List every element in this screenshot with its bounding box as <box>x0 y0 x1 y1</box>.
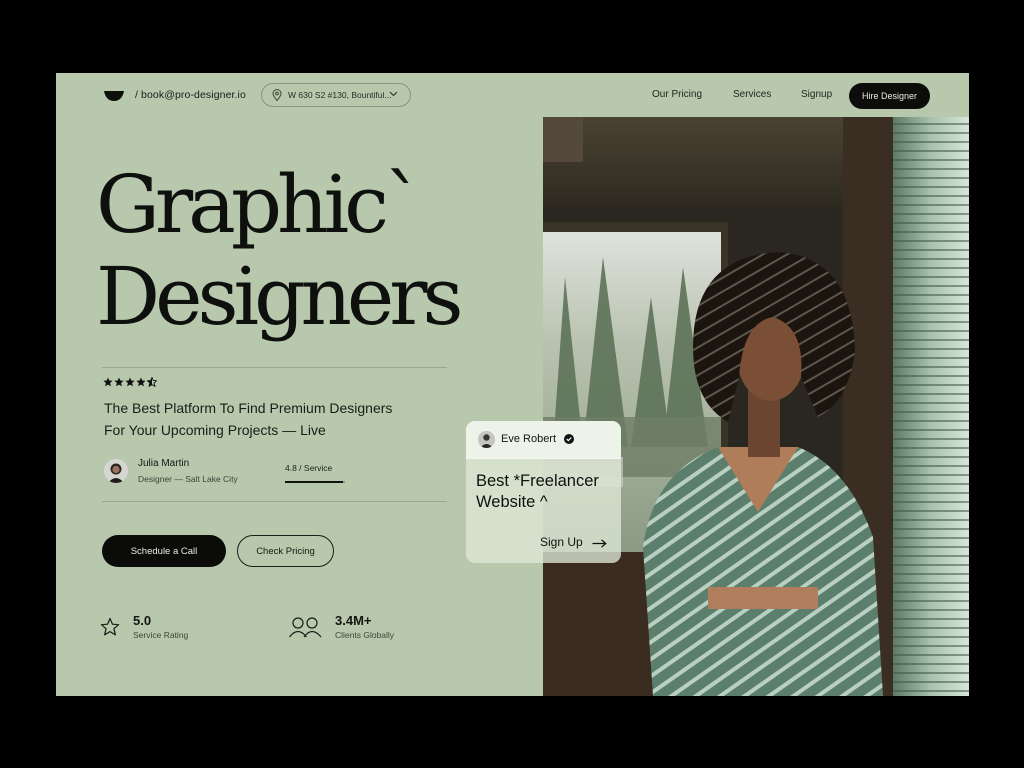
service-progress-bar <box>285 481 343 483</box>
card-title-line-2: Website ^ <box>476 493 548 511</box>
check-pricing-button[interactable]: Check Pricing <box>237 535 334 567</box>
rating-stars <box>103 377 157 387</box>
nav-signup[interactable]: Signup <box>801 89 832 100</box>
author-avatar[interactable] <box>104 459 128 483</box>
stat-value-rating: 5.0 <box>133 613 152 628</box>
stat-label-clients: Clients Globally <box>335 630 395 640</box>
tagline-line-1: The Best Platform To Find Premium Design… <box>104 400 393 416</box>
stat-label-rating: Service Rating <box>133 630 189 640</box>
hero-title-line-2: Designers <box>96 250 463 343</box>
author-name: Julia Martin <box>138 458 190 469</box>
contact-email[interactable]: / book@pro-designer.io <box>135 89 246 101</box>
card-title: Best *Freelancer Website ^ <box>476 471 599 513</box>
schedule-call-button[interactable]: Schedule a Call <box>102 535 226 567</box>
stat-value-clients: 3.4M+ <box>335 613 372 628</box>
person-avatar-icon <box>104 459 128 483</box>
address-selector[interactable]: W 630 S2 #130, Bountiful... <box>261 83 411 107</box>
freelancer-card[interactable]: Eve Robert Best *Freelancer Website ^ Si… <box>466 421 621 563</box>
service-rating-text: 4.8 / Service <box>285 463 333 473</box>
users-icon <box>289 617 322 638</box>
hero-tagline: The Best Platform To Find Premium Design… <box>104 397 392 441</box>
nav-services[interactable]: Services <box>733 89 771 100</box>
card-user-name: Eve Robert <box>501 433 557 445</box>
hero-title: Graphic` Designers <box>96 158 463 343</box>
star-filled-icon <box>125 377 135 387</box>
card-signup-link[interactable]: Sign Up <box>540 535 583 549</box>
star-filled-icon <box>103 377 113 387</box>
tagline-line-2: For Your Upcoming Projects — Live <box>104 422 326 438</box>
arrow-right-icon[interactable] <box>592 539 607 548</box>
divider <box>102 501 447 502</box>
verified-badge-icon <box>564 434 574 444</box>
hero-photo <box>543 117 969 696</box>
star-filled-icon <box>136 377 146 387</box>
nav-our-pricing[interactable]: Our Pricing <box>652 89 702 100</box>
address-text: W 630 S2 #130, Bountiful... <box>288 90 392 100</box>
service-progress-track <box>343 481 345 483</box>
person-avatar-icon <box>478 431 495 448</box>
divider <box>102 367 447 368</box>
brand-logo-icon[interactable] <box>104 90 124 102</box>
card-avatar[interactable] <box>478 431 495 448</box>
card-title-line-1: Best *Freelancer <box>476 472 599 490</box>
author-role: Designer — Salt Lake City <box>138 474 238 484</box>
hire-designer-button[interactable]: Hire Designer <box>849 83 930 109</box>
landing-page: / book@pro-designer.io W 630 S2 #130, Bo… <box>56 73 969 696</box>
star-icon <box>100 617 120 636</box>
location-pin-icon <box>272 89 282 101</box>
designer-portrait-image <box>543 117 969 696</box>
hero-title-line-1: Graphic` <box>96 158 424 251</box>
star-half-icon <box>147 377 157 387</box>
star-filled-icon <box>114 377 124 387</box>
chevron-down-icon <box>389 91 398 97</box>
